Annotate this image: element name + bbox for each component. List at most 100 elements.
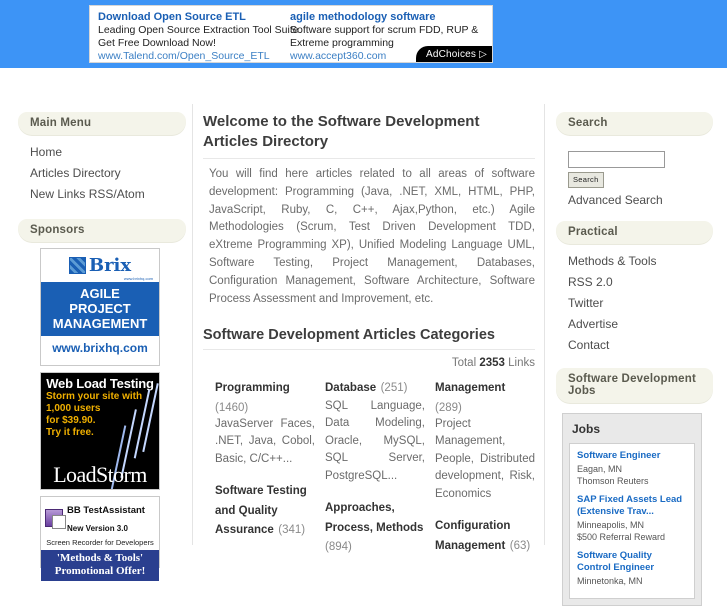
- title-divider: [203, 158, 535, 159]
- jobs-widget-container: Software Development Jobs Jobs Software …: [556, 368, 713, 606]
- brix-small-url: www.brixhq.com: [123, 276, 153, 281]
- list-item[interactable]: SAP Fixed Assets Lead (Extensive Trav...…: [577, 494, 688, 543]
- top-ad-band: Download Open Source ETL Leading Open So…: [0, 0, 727, 68]
- search-widget: Search Search Advanced Search: [556, 112, 713, 209]
- sidebar-item-articles-directory[interactable]: Articles Directory: [30, 163, 186, 184]
- category-count: (894): [325, 541, 352, 554]
- ad-left-title[interactable]: Download Open Source ETL: [98, 10, 284, 24]
- bbt-promo-line2: Promotional Offer!: [54, 565, 146, 577]
- loadstorm-line1: Storm your site with: [46, 391, 143, 402]
- left-sidebar: Main Menu Home Articles Directory New Li…: [18, 112, 186, 581]
- jobs-widget-title: Jobs: [572, 422, 601, 436]
- category-software-testing-qa[interactable]: Software Testing and Quality Assurance (…: [215, 481, 315, 540]
- search-input[interactable]: [568, 151, 665, 168]
- job-title-link[interactable]: Software Engineer: [577, 450, 688, 463]
- brix-logo: Brix www.brixhq.com: [41, 249, 159, 282]
- sponsor-banner-loadstorm[interactable]: Web Load Testing Storm your site with 1,…: [40, 372, 160, 490]
- job-location: Minnetonka, MN: [577, 575, 643, 586]
- search-button[interactable]: Search: [568, 172, 604, 188]
- job-location: Minneapolis, MN: [577, 519, 645, 530]
- sidebar-item-rss-2[interactable]: RSS 2.0: [568, 272, 713, 293]
- category-name[interactable]: Programming: [215, 382, 290, 394]
- category-name[interactable]: Management: [435, 382, 505, 394]
- sidebar-item-new-links-rss[interactable]: New Links RSS/Atom: [30, 184, 186, 205]
- list-item[interactable]: Software Quality Control Engineer Minnet…: [577, 550, 688, 587]
- ad-slot-left[interactable]: Download Open Source ETL Leading Open So…: [98, 10, 302, 62]
- list-item[interactable]: Software Engineer Eagan, MN Thomson Reut…: [577, 450, 688, 487]
- category-count: (289): [435, 401, 462, 414]
- google-ads-box: Download Open Source ETL Leading Open So…: [89, 5, 493, 63]
- category-name[interactable]: Database: [325, 382, 376, 394]
- bbt-titles: BB TestAssistant New Version 3.0: [67, 500, 145, 536]
- right-column-divider: [544, 104, 545, 545]
- bbt-promo: 'Methods & Tools' Promotional Offer!: [41, 550, 159, 581]
- advanced-search-link[interactable]: Advanced Search: [568, 191, 713, 209]
- job-company: $500 Referral Reward: [577, 531, 666, 542]
- screen-recorder-icon: [45, 509, 66, 529]
- ad-left-url[interactable]: www.Talend.com/Open_Source_ETL: [98, 50, 284, 62]
- categories-title: Software Development Articles Categories: [203, 327, 495, 344]
- sidebar-item-home[interactable]: Home: [30, 142, 186, 163]
- search-body: Search Advanced Search: [556, 135, 713, 209]
- practical-caption: Practical: [556, 221, 713, 244]
- sponsor-banner-bb-testassistant[interactable]: BB TestAssistant New Version 3.0 Screen …: [40, 496, 160, 581]
- ad-right-title[interactable]: agile methodology software: [290, 10, 476, 24]
- category-column-1: Programming (1460) JavaServer Faces, .NE…: [215, 378, 315, 568]
- total-prefix: Total: [451, 357, 477, 370]
- category-count: (341): [278, 524, 306, 537]
- jobs-caption: Software Development Jobs: [556, 368, 713, 403]
- category-database[interactable]: Database (251) SQL Language, Data Modeli…: [325, 378, 425, 485]
- bbt-title: BB TestAssistant: [67, 505, 145, 516]
- practical-widget: Practical Methods & Tools RSS 2.0 Twitte…: [556, 221, 713, 356]
- brix-url: www.brixhq.com: [41, 336, 159, 361]
- sponsor-banner-brix[interactable]: Brix www.brixhq.com AGILE PROJECT MANAGE…: [40, 248, 160, 366]
- category-programming[interactable]: Programming (1460) JavaServer Faces, .NE…: [215, 378, 315, 468]
- bbt-header: BB TestAssistant New Version 3.0: [41, 497, 159, 536]
- brix-headline-line2: PROJECT: [69, 301, 131, 316]
- intro-paragraph: You will find here articles related to a…: [209, 168, 535, 305]
- category-configuration-management[interactable]: Configuration Management (63): [435, 516, 535, 555]
- brix-headline-line3: MANAGEMENT: [52, 316, 148, 331]
- left-column-divider: [192, 104, 193, 545]
- job-title-link[interactable]: Software Quality Control Engineer: [577, 550, 688, 575]
- sponsors-caption: Sponsors: [18, 219, 186, 242]
- category-desc: SQL Language, Data Modeling, Oracle, MyS…: [325, 399, 425, 482]
- adchoices-arrow-icon: ▷: [479, 49, 487, 60]
- main-menu-widget: Main Menu Home Articles Directory New Li…: [18, 112, 186, 205]
- ad-left-line1: Leading Open Source Extraction Tool Suit…: [98, 24, 302, 36]
- right-sidebar: Search Search Advanced Search Practical …: [556, 112, 713, 606]
- main-menu-caption: Main Menu: [18, 112, 186, 135]
- sponsors-widget: Sponsors Brix www.brixhq.com AGILE PROJE…: [18, 219, 186, 581]
- total-count: 2353: [479, 357, 505, 370]
- adchoices-button[interactable]: AdChoices ▷: [415, 46, 492, 62]
- loadstorm-line2: 1,000 users: [46, 403, 101, 414]
- sidebar-item-advertise[interactable]: Advertise: [568, 314, 713, 335]
- main-menu-list: Home Articles Directory New Links RSS/At…: [18, 135, 186, 205]
- job-title-link[interactable]: SAP Fixed Assets Lead (Extensive Trav...: [577, 494, 688, 519]
- sidebar-item-methods-tools[interactable]: Methods & Tools: [568, 251, 713, 272]
- brix-brand: Brix: [88, 254, 132, 276]
- category-count: (1460): [215, 401, 249, 414]
- categories-divider: [203, 349, 535, 351]
- bbt-tagline: Screen Recorder for Developers: [46, 538, 154, 547]
- bbt-promo-line1: 'Methods & Tools': [56, 552, 144, 564]
- total-suffix: Links: [508, 357, 535, 370]
- category-name[interactable]: Approaches, Process, Methods: [325, 502, 423, 534]
- category-name[interactable]: Configuration Management: [435, 520, 510, 552]
- practical-list: Methods & Tools RSS 2.0 Twitter Advertis…: [556, 244, 713, 356]
- bbt-subtitle: New Version 3.0: [67, 524, 128, 533]
- search-caption: Search: [556, 112, 713, 135]
- ad-right-line1: Software support for scrum FDD, RUP &: [290, 24, 479, 36]
- total-links-counter: Total 2353 Links: [203, 357, 535, 369]
- categories-grid: Programming (1460) JavaServer Faces, .NE…: [215, 378, 535, 568]
- page-body: Main Menu Home Articles Directory New Li…: [0, 68, 727, 606]
- category-approaches-process-methods[interactable]: Approaches, Process, Methods (894): [325, 498, 425, 555]
- sidebar-item-contact[interactable]: Contact: [568, 335, 713, 356]
- category-management[interactable]: Management (289) Project Management, Peo…: [435, 378, 535, 503]
- loadstorm-logo: LoadStorm: [53, 462, 147, 487]
- sidebar-item-twitter[interactable]: Twitter: [568, 293, 713, 314]
- category-count: (63): [509, 539, 531, 552]
- loadstorm-title: Web Load Testing: [46, 376, 154, 391]
- category-column-3: Management (289) Project Management, Peo…: [435, 378, 535, 568]
- category-column-2: Database (251) SQL Language, Data Modeli…: [325, 378, 425, 568]
